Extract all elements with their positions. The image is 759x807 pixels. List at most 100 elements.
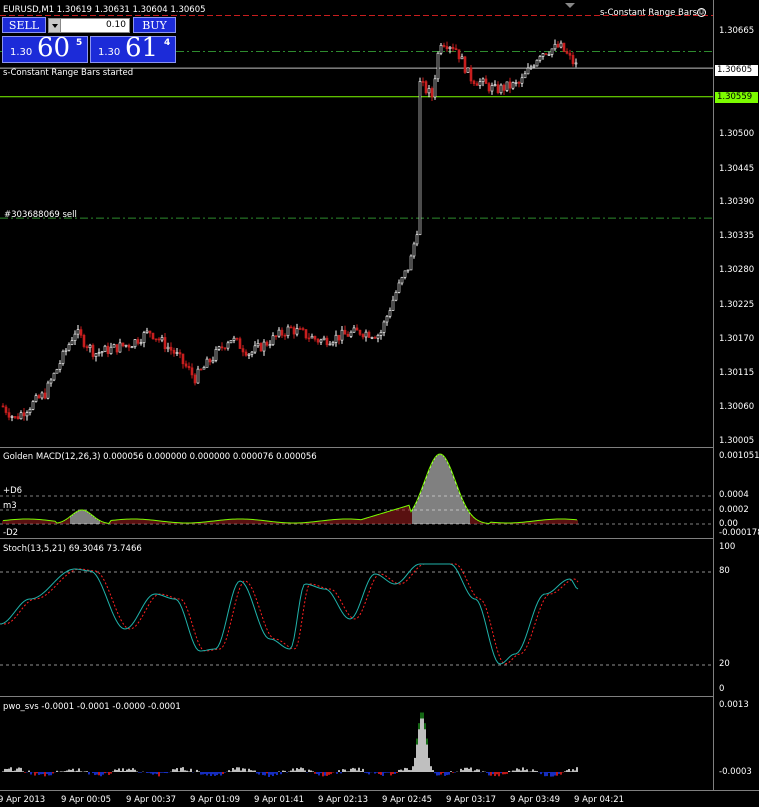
candle-body — [289, 326, 293, 329]
candle-body — [529, 66, 533, 69]
candle-body — [307, 337, 311, 340]
sell-quote[interactable]: 1.30 60 5 — [2, 34, 88, 63]
candle-body — [172, 349, 176, 354]
started-message: s-Constant Range Bars started — [3, 68, 134, 78]
candle-body — [406, 269, 410, 272]
candle-body — [103, 345, 107, 353]
candle-body — [46, 382, 50, 399]
candle-body — [397, 282, 401, 293]
candle-body — [514, 82, 518, 84]
candle-body — [193, 374, 197, 384]
candle-body — [361, 334, 365, 338]
candle-body — [343, 329, 347, 335]
bid-price-tag: 1.30605 — [715, 65, 758, 76]
candle-body — [268, 344, 272, 346]
candle-body — [13, 416, 17, 418]
candle-body — [202, 367, 206, 370]
candle-body — [145, 330, 149, 333]
candle-body — [130, 346, 134, 349]
pwo-axis-label: -0.0003 — [719, 767, 752, 777]
candle-body — [385, 315, 389, 323]
stochastic-pane[interactable] — [0, 539, 713, 696]
chevron-down-icon — [52, 24, 58, 28]
candle-body — [106, 345, 110, 354]
candle-body — [487, 83, 491, 92]
candle-body — [190, 367, 194, 376]
candle-body — [280, 329, 284, 336]
macd-level-label: +D6 — [3, 486, 23, 496]
candle-body — [319, 339, 323, 343]
candle-body — [316, 338, 320, 343]
candle-body — [541, 53, 545, 57]
candle-body — [532, 65, 536, 68]
candle-body — [208, 358, 212, 363]
candle-body — [262, 341, 266, 352]
candle-body — [283, 334, 287, 337]
candle-body — [52, 372, 56, 381]
stoch-axis-label: 20 — [719, 659, 730, 669]
candle-body — [19, 412, 23, 420]
candle-body — [124, 344, 128, 347]
candle-body — [370, 337, 374, 339]
candle-body — [175, 352, 179, 354]
candle-body — [571, 55, 575, 65]
candle-body — [478, 81, 482, 86]
candle-body — [274, 335, 278, 338]
price-axis-label: 1.30060 — [719, 402, 755, 412]
candle-body — [352, 327, 356, 333]
candle-body — [337, 334, 341, 341]
candle-body — [196, 368, 200, 384]
smiley-icon: ☺ — [697, 8, 706, 17]
scroll-marker-icon[interactable] — [565, 3, 575, 8]
candle-body — [226, 342, 230, 349]
candle-body — [391, 299, 395, 311]
candle-body — [238, 338, 242, 349]
stoch-axis-label: 0 — [719, 684, 725, 694]
lot-dropdown-arrow[interactable] — [48, 18, 61, 33]
candle-body — [451, 46, 455, 49]
candle-body — [25, 412, 29, 417]
candle-body — [214, 349, 218, 361]
candle-body — [331, 342, 335, 345]
candle-body — [271, 335, 275, 345]
buy-button[interactable]: BUY — [133, 17, 176, 33]
candle-body — [496, 84, 500, 94]
candle-body — [388, 310, 392, 317]
candle-body — [277, 329, 281, 337]
sell-button[interactable]: SELL — [2, 17, 46, 33]
candle-body — [559, 42, 563, 48]
buy-quote-fraction: 4 — [164, 38, 171, 48]
candle-body — [304, 329, 308, 339]
time-axis-label: 9 Apr 03:17 — [446, 795, 497, 805]
candle-body — [460, 56, 464, 60]
candle-body — [253, 345, 257, 353]
candle-body — [436, 52, 440, 80]
candle-body — [445, 46, 449, 50]
pwo-title: pwo_svs -0.0001 -0.0001 -0.0000 -0.0001 — [3, 702, 181, 712]
time-axis-label: 9 Apr 01:09 — [190, 795, 241, 805]
candle-body — [160, 337, 164, 341]
candle-body — [121, 342, 125, 347]
stochastic-chart[interactable] — [0, 539, 713, 696]
candle-body — [61, 350, 65, 364]
candle-body — [538, 56, 542, 61]
candle-body — [379, 332, 383, 336]
candle-body — [49, 379, 53, 384]
candle-body — [523, 73, 527, 79]
candle-body — [286, 326, 290, 337]
candle-body — [367, 331, 371, 338]
candle-body — [463, 56, 467, 73]
candle-body — [250, 351, 254, 355]
candle-body — [565, 51, 569, 54]
candle-body — [76, 329, 80, 335]
time-axis-label: 9 Apr 00:37 — [126, 795, 177, 805]
candle-body — [223, 347, 227, 350]
buy-quote[interactable]: 1.30 61 4 — [90, 34, 176, 63]
candle-body — [70, 340, 74, 345]
macd-title: Golden MACD(12,26,3) 0.000056 0.000000 0… — [3, 452, 317, 462]
time-axis-label: 9 Apr 2013 — [0, 795, 46, 805]
candle-body — [82, 335, 86, 347]
candle-body — [340, 329, 344, 341]
sell-quote-prefix: 1.30 — [10, 47, 33, 58]
candle-body — [475, 83, 479, 86]
